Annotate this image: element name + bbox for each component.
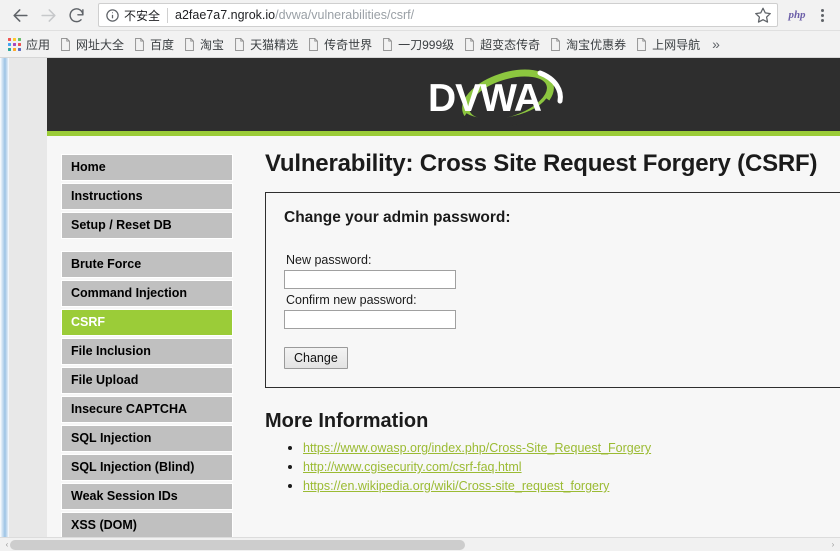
page-icon [636,37,647,51]
bookmark-label: 百度 [150,37,175,52]
sidebar-item-insecure-captcha[interactable]: Insecure CAPTCHA [61,396,233,423]
sidebar-item-setup-reset-db[interactable]: Setup / Reset DB [61,212,233,239]
svg-text:DVWA: DVWA [428,77,542,120]
reload-button[interactable] [62,1,90,29]
url-text: a2fae7a7.ngrok.io/dvwa/vulnerabilities/c… [175,8,750,22]
bookmark-label: 上网导航 [652,37,701,52]
bookmark-item[interactable]: 网址大全 [56,34,130,55]
sidebar-item-sql-injection-blind[interactable]: SQL Injection (Blind) [61,454,233,481]
omnibox-separator [167,7,169,23]
sidebar-item-file-upload[interactable]: File Upload [61,367,233,394]
bookmark-label: 应用 [26,37,51,52]
sidebar-item-sql-injection[interactable]: SQL Injection [61,425,233,452]
dvwa-page: DVWA Home Instructions Setup / Reset DB … [47,58,840,551]
bookmark-item[interactable]: 淘宝优惠券 [546,34,632,55]
bookmark-label: 淘宝 [200,37,225,52]
change-password-button[interactable]: Change [284,347,348,369]
more-information-links: https://www.owasp.org/index.php/Cross-Si… [265,439,840,495]
sidebar-group-general: Home Instructions Setup / Reset DB [61,154,233,239]
bookmark-label: 一刀999级 [398,37,455,52]
bookmark-label: 网址大全 [76,37,125,52]
forward-button[interactable] [34,1,62,29]
back-button[interactable] [6,1,34,29]
main-content: Vulnerability: Cross Site Request Forger… [265,150,840,496]
confirm-password-label: Confirm new password: [286,293,417,307]
address-bar[interactable]: 不安全 a2fae7a7.ngrok.io/dvwa/vulnerabiliti… [98,3,778,27]
browser-window: 不安全 a2fae7a7.ngrok.io/dvwa/vulnerabiliti… [0,0,840,552]
sidebar-item-xss-dom[interactable]: XSS (DOM) [61,512,233,539]
page-icon [550,37,561,51]
sidebar-item-instructions[interactable]: Instructions [61,183,233,210]
sidebar-item-csrf[interactable]: CSRF [61,309,233,336]
bookmark-label: 天猫精选 [250,37,299,52]
url-host: a2fae7a7.ngrok.io [175,8,276,22]
bookmark-item[interactable]: 天猫精选 [230,34,304,55]
bookmark-label: 淘宝优惠券 [566,37,627,52]
cgisecurity-csrf-faq-link[interactable]: http://www.cgisecurity.com/csrf-faq.html [303,460,522,474]
bookmark-item[interactable]: 一刀999级 [378,34,460,55]
page-icon [382,37,393,51]
page-icon [60,37,71,51]
new-password-input[interactable] [284,270,456,289]
sidebar-item-file-inclusion[interactable]: File Inclusion [61,338,233,365]
info-circle-icon[interactable] [105,8,120,23]
change-password-panel: Change your admin password: New password… [265,192,840,388]
scroll-right-arrow-icon[interactable]: › [826,538,840,551]
bookmarks-overflow-button[interactable]: » [708,36,724,52]
sidebar-nav: Home Instructions Setup / Reset DB Brute… [61,154,233,551]
bookmark-item[interactable]: 上网导航 [632,34,706,55]
page-icon [234,37,245,51]
bookmarks-bar: 应用 网址大全 百度 淘宝 天猫精选 传奇世界 一刀999级 超变态传奇 淘宝优… [0,31,840,58]
more-information-heading: More Information [265,410,429,432]
sidebar-item-command-injection[interactable]: Command Injection [61,280,233,307]
confirm-password-input[interactable] [284,310,456,329]
list-item: https://en.wikipedia.org/wiki/Cross-site… [303,477,840,495]
site-header: DVWA [47,58,840,136]
form-heading: Change your admin password: [284,209,511,226]
bookmark-item[interactable]: 超变态传奇 [460,34,546,55]
bookmark-item[interactable]: 百度 [130,34,180,55]
list-item: https://www.owasp.org/index.php/Cross-Si… [303,439,840,457]
page-title: Vulnerability: Cross Site Request Forger… [265,150,818,177]
page-icon [184,37,195,51]
bookmark-star-icon[interactable] [754,6,773,25]
window-left-edge [0,58,9,551]
page-icon [464,37,475,51]
sidebar-item-weak-session-ids[interactable]: Weak Session IDs [61,483,233,510]
security-status-label: 不安全 [124,8,161,23]
php-extension-icon[interactable]: php [784,2,810,28]
bookmark-apps[interactable]: 应用 [4,34,56,55]
url-path: /dvwa/vulnerabilities/csrf/ [275,8,415,22]
horizontal-scrollbar-thumb[interactable] [10,540,465,550]
site-body: Home Instructions Setup / Reset DB Brute… [47,136,840,551]
wikipedia-csrf-link[interactable]: https://en.wikipedia.org/wiki/Cross-site… [303,479,609,493]
new-password-label: New password: [286,253,372,267]
sidebar-item-home[interactable]: Home [61,154,233,181]
sidebar-group-vulnerabilities: Brute Force Command Injection CSRF File … [61,251,233,551]
page-icon [308,37,319,51]
owasp-csrf-link[interactable]: https://www.owasp.org/index.php/Cross-Si… [303,441,651,455]
sidebar-item-brute-force[interactable]: Brute Force [61,251,233,278]
page-icon [134,37,145,51]
dvwa-logo: DVWA [422,67,582,129]
list-item: http://www.cgisecurity.com/csrf-faq.html [303,458,840,476]
bookmark-item[interactable]: 传奇世界 [304,34,378,55]
three-dot-menu-icon[interactable] [810,2,834,28]
browser-toolbar: 不安全 a2fae7a7.ngrok.io/dvwa/vulnerabiliti… [0,0,840,31]
bookmark-label: 超变态传奇 [480,37,541,52]
bookmark-item[interactable]: 淘宝 [180,34,230,55]
page-viewport: DVWA Home Instructions Setup / Reset DB … [0,58,840,551]
horizontal-scrollbar[interactable]: ‹ › [0,537,840,551]
apps-grid-icon [8,37,21,51]
bookmark-label: 传奇世界 [324,37,373,52]
